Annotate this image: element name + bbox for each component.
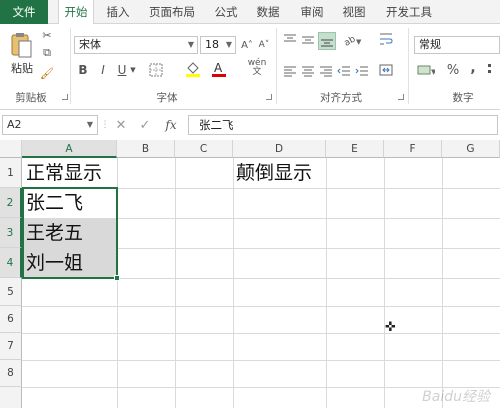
cell-a1[interactable]: 正常显示 [23, 158, 102, 188]
ribbon: 粘贴 ✂ ⧉ 🖌 剪贴板 宋体 ▼ 18 ▼ A˄ A˅ B I U ▼ A wén… [0, 24, 500, 110]
borders-icon[interactable] [147, 62, 165, 78]
font-color-icon[interactable]: A [210, 60, 228, 78]
chevron-down-icon: ▼ [86, 120, 93, 129]
shrink-font-button[interactable]: A˅ [256, 36, 272, 54]
alignment-group-label: 对齐方式 [320, 92, 362, 104]
column-header-g[interactable]: G [442, 140, 500, 158]
tab-file[interactable]: 文件 [0, 0, 48, 24]
tab-view[interactable]: 视图 [336, 0, 372, 24]
font-name-value: 宋体 [79, 38, 101, 51]
cut-icon[interactable]: ✂ [40, 28, 54, 42]
phonetic-guide-icon[interactable]: wén 文 [244, 58, 270, 78]
name-box-value: A2 [7, 118, 22, 131]
column-header-d[interactable]: D [233, 140, 326, 158]
confirm-entry-icon[interactable]: ✓ [138, 117, 152, 133]
row-header-8[interactable]: 8 [0, 360, 22, 387]
row-header-7[interactable]: 7 [0, 333, 22, 360]
underline-button[interactable]: U [115, 62, 129, 78]
clipboard-launcher-icon[interactable] [62, 94, 68, 100]
align-middle-icon[interactable] [300, 32, 316, 48]
grow-font-button[interactable]: A˄ [239, 36, 255, 54]
paste-button[interactable] [8, 30, 34, 60]
column-header-b[interactable]: B [117, 140, 175, 158]
formula-bar-grip-icon: ⋮ [100, 120, 110, 130]
bold-button[interactable]: B [76, 62, 90, 78]
alignment-launcher-icon[interactable] [398, 94, 404, 100]
row-header-3[interactable]: 3 [0, 218, 22, 248]
decrease-indent-icon[interactable] [336, 64, 352, 78]
tab-home[interactable]: 开始 [58, 0, 94, 25]
row-header-6[interactable]: 6 [0, 306, 22, 333]
font-group-label: 字体 [156, 92, 178, 104]
column-header-c[interactable]: C [175, 140, 233, 158]
merge-center-icon[interactable] [378, 62, 394, 78]
align-right-icon[interactable] [318, 64, 334, 78]
ribbon-tabs: 文件 开始 插入 页面布局 公式 数据 审阅 视图 开发工具 [0, 0, 500, 25]
increase-indent-icon[interactable] [354, 64, 370, 78]
number-group-label: 数字 [452, 92, 474, 104]
align-center-icon[interactable] [300, 64, 316, 78]
copy-icon[interactable]: ⧉ [40, 46, 54, 60]
tab-data[interactable]: 数据 [250, 0, 286, 24]
tab-page-layout[interactable]: 页面布局 [142, 0, 202, 24]
align-top-icon[interactable] [282, 32, 298, 48]
fill-color-icon[interactable] [184, 60, 202, 78]
paste-label: 粘贴 [11, 62, 33, 75]
formula-bar: A2 ▼ ⋮ ✕ ✓ fx 张二飞 [0, 114, 500, 136]
insert-function-button[interactable]: fx [162, 117, 180, 133]
number-format-value: 常规 [419, 38, 441, 51]
tab-formulas[interactable]: 公式 [208, 0, 244, 24]
align-bottom-icon[interactable] [318, 32, 336, 50]
cell-d1[interactable]: 颠倒显示 [233, 158, 312, 188]
select-all-corner[interactable] [0, 140, 22, 158]
chevron-down-icon[interactable]: ▼ [129, 64, 137, 76]
worksheet-grid[interactable]: A B C D E F G 1 2 3 4 5 6 7 8 正常显示 颠倒显示 … [0, 140, 500, 408]
column-header-f[interactable]: F [384, 140, 442, 158]
font-size-value: 18 [205, 38, 219, 51]
number-format-select[interactable]: 常规 [414, 36, 500, 54]
name-box[interactable]: A2 ▼ [2, 115, 98, 135]
formula-input[interactable]: 张二飞 [188, 115, 498, 135]
italic-button[interactable]: I [96, 62, 110, 78]
increase-decimal-icon[interactable] [486, 60, 500, 78]
tab-developer[interactable]: 开发工具 [380, 0, 438, 24]
selection-outline [22, 187, 118, 279]
clipboard-group-label: 剪贴板 [15, 92, 47, 104]
orientation-icon[interactable]: ab ▼ [342, 32, 364, 48]
column-header-a[interactable]: A [22, 140, 117, 158]
tab-insert[interactable]: 插入 [100, 0, 136, 24]
font-launcher-icon[interactable] [266, 94, 272, 100]
row-header-5[interactable]: 5 [0, 278, 22, 306]
align-left-icon[interactable] [282, 64, 298, 78]
cell-cursor-icon: ✜ [385, 320, 396, 335]
chevron-down-icon: ▼ [187, 40, 194, 49]
row-header-9[interactable] [0, 387, 22, 408]
fill-handle[interactable] [114, 275, 120, 281]
row-header-4[interactable]: 4 [0, 248, 22, 278]
tab-review[interactable]: 审阅 [294, 0, 330, 24]
row-header-1[interactable]: 1 [0, 158, 22, 188]
column-header-e[interactable]: E [326, 140, 384, 158]
font-size-select[interactable]: 18 ▼ [200, 36, 236, 54]
watermark: Baidu经验 [422, 389, 490, 405]
font-name-select[interactable]: 宋体 ▼ [74, 36, 198, 54]
svg-text:▼: ▼ [356, 38, 362, 46]
format-painter-icon[interactable]: 🖌 [40, 66, 54, 80]
percent-style-button[interactable]: % [446, 62, 460, 78]
cancel-entry-icon[interactable]: ✕ [114, 117, 128, 133]
svg-text:A: A [214, 61, 223, 75]
row-header-2[interactable]: 2 [0, 188, 22, 218]
svg-text:▼: ▼ [431, 68, 435, 76]
comma-style-button[interactable]: , [468, 60, 478, 76]
accounting-format-icon[interactable]: ▼ [416, 62, 436, 78]
wrap-text-icon[interactable] [378, 30, 394, 48]
chevron-down-icon: ▼ [225, 40, 232, 49]
